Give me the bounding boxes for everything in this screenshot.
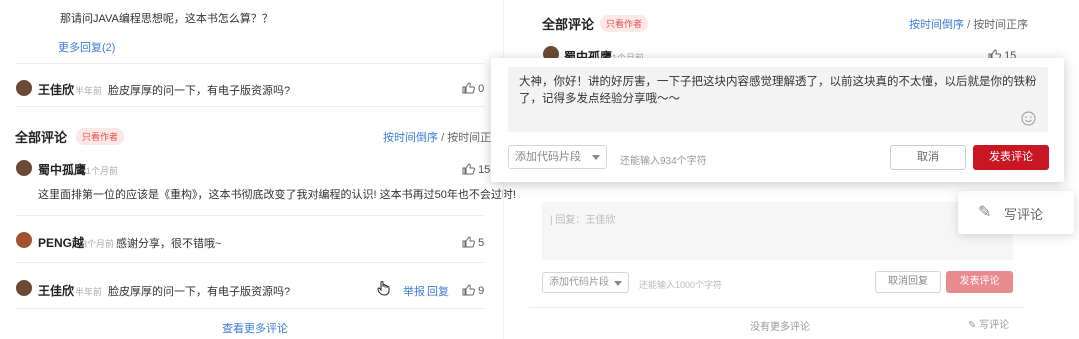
- sort-desc-link[interactable]: 按时间倒序: [909, 19, 964, 31]
- thumbs-up-icon: [462, 82, 475, 94]
- divider: [529, 307, 1025, 308]
- sort-asc-link[interactable]: 按时间正序: [973, 19, 1028, 31]
- thumbs-up-icon: [462, 236, 475, 248]
- report-link[interactable]: 举报: [403, 283, 425, 299]
- like-count: 0: [478, 83, 485, 95]
- divider: [15, 215, 485, 216]
- code-snippet-select[interactable]: 添加代码片段: [542, 272, 629, 293]
- cancel-reply-button[interactable]: 取消回复: [875, 271, 941, 293]
- reply-textarea[interactable]: | 回复：王佳欣: [542, 202, 1013, 260]
- like-count: 15: [478, 164, 491, 176]
- thumbs-up-icon: [462, 163, 475, 175]
- reply-placeholder: | 回复：王佳欣: [550, 215, 616, 226]
- thumbs-up-icon: [462, 284, 475, 296]
- char-counter: 还能输入1000个字符: [639, 280, 723, 290]
- pencil-icon: ✎: [968, 320, 977, 331]
- more-replies-link[interactable]: 更多回复(2): [58, 39, 115, 55]
- comment-time: 半年前: [75, 86, 103, 96]
- sort-separator: /: [441, 132, 445, 144]
- comment-text: 这里面排第一位的应该是《重构》，这本书彻底改变了我对编程的认识! 这本书再过50…: [38, 189, 516, 201]
- divider: [15, 262, 485, 263]
- sort-separator: /: [967, 19, 971, 31]
- submit-reply-button[interactable]: 发表评论: [946, 271, 1013, 293]
- chevron-down-icon: [614, 280, 622, 286]
- comment-author[interactable]: 蜀中孤鹰: [38, 161, 86, 178]
- comment-time: 3个月前: [82, 239, 115, 249]
- divider: [15, 106, 485, 107]
- submit-comment-button[interactable]: 发表评论: [973, 145, 1049, 170]
- char-counter: 还能输入934个字符: [620, 156, 707, 167]
- comment-author[interactable]: 王佳欣: [38, 282, 74, 299]
- cancel-button[interactable]: 取消: [890, 145, 966, 170]
- comment-time: 1个月前: [86, 166, 119, 176]
- comment-text: 感谢分享，很不错哦~: [116, 238, 222, 250]
- comment-author[interactable]: PENG越: [38, 234, 84, 251]
- like-count: 9: [478, 285, 485, 297]
- section-title: 全部评论: [542, 17, 595, 32]
- like-button[interactable]: 0: [462, 82, 484, 95]
- divider: [15, 308, 485, 309]
- avatar[interactable]: [16, 160, 32, 176]
- pencil-icon: ✎: [978, 204, 992, 221]
- view-more-comments-link[interactable]: 查看更多评论: [222, 320, 288, 336]
- comment-text: 脸皮厚厚的问一下，有电子版资源吗?: [108, 286, 291, 298]
- sort-desc-link[interactable]: 按时间倒序: [383, 132, 438, 144]
- emoji-icon[interactable]: [1021, 111, 1036, 131]
- divider: [15, 63, 485, 64]
- avatar[interactable]: [16, 232, 32, 248]
- comment-author[interactable]: 王佳欣: [38, 81, 74, 98]
- hand-cursor-icon: [377, 280, 391, 301]
- author-only-filter[interactable]: 只看作者: [600, 15, 649, 32]
- reply-link[interactable]: 回复: [427, 283, 449, 299]
- like-button[interactable]: 5: [462, 236, 484, 249]
- select-value: 添加代码片段: [515, 151, 581, 163]
- write-comment-label: 写评论: [1004, 207, 1044, 222]
- reply-text: 那请问JAVA编程思想呢，这本书怎么算？？: [60, 13, 273, 25]
- avatar[interactable]: [16, 80, 32, 96]
- chevron-down-icon: [592, 155, 600, 160]
- comment-draft-text: 大神，你好！讲的好厉害，一下子把这块内容感觉理解透了，以前这块真的不太懂，以后就…: [519, 76, 1037, 105]
- no-more-comments: 没有更多评论: [750, 322, 810, 333]
- select-value: 添加代码片段: [549, 277, 609, 288]
- like-button[interactable]: 9: [462, 284, 484, 297]
- comment-textarea[interactable]: 大神，你好！讲的好厉害，一下子把这块内容感觉理解透了，以前这块真的不太懂，以后就…: [508, 67, 1048, 132]
- like-count: 5: [478, 237, 485, 249]
- comment-text: 脸皮厚厚的问一下，有电子版资源吗?: [108, 85, 291, 97]
- comment-time: 半年前: [75, 287, 103, 297]
- write-comment-float-button[interactable]: ✎ 写评论: [958, 191, 1074, 234]
- comment-composer-popup: 大神，你好！讲的好厉害，一下子把这块内容感觉理解透了，以前这块真的不太懂，以后就…: [491, 58, 1064, 182]
- author-only-filter[interactable]: 只看作者: [76, 128, 125, 145]
- section-title: 全部评论: [15, 130, 68, 145]
- avatar[interactable]: [16, 280, 32, 296]
- write-comment-label: 写评论: [979, 320, 1010, 331]
- like-button[interactable]: 15: [462, 163, 490, 176]
- write-comment-bottom[interactable]: ✎ 写评论: [968, 316, 1009, 331]
- code-snippet-select[interactable]: 添加代码片段: [508, 145, 607, 169]
